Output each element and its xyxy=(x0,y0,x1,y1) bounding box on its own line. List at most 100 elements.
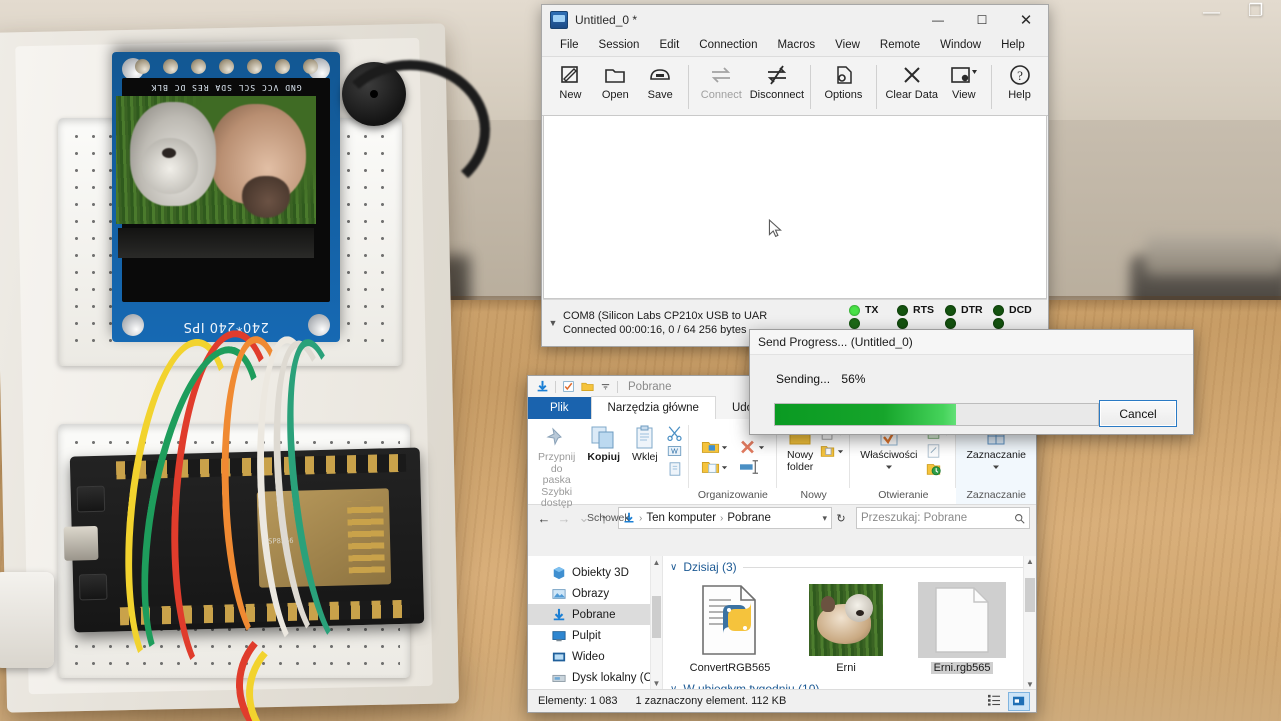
tft-pin xyxy=(135,59,150,74)
qat-separator xyxy=(555,381,556,393)
copy-path-icon[interactable]: W xyxy=(666,443,683,459)
progress-dialog-body: Sending... 56% Cancel xyxy=(750,355,1193,434)
scroll-down-arrow-icon[interactable]: ▼ xyxy=(1024,680,1036,689)
tft-pin xyxy=(247,59,262,74)
refresh-button[interactable]: ↻ xyxy=(832,512,850,525)
toolbar-help-button[interactable]: ? Help xyxy=(997,59,1042,115)
chevron-down-icon[interactable] xyxy=(992,463,1000,471)
sidebar-item-desktop[interactable]: Pulpit xyxy=(528,625,662,646)
sidebar-item-pictures[interactable]: Obrazy xyxy=(528,583,662,604)
scrollbar-thumb[interactable] xyxy=(1025,578,1035,612)
overlay-restore-icon[interactable]: ❐ xyxy=(1248,2,1263,19)
terminal-minimize-button[interactable]: — xyxy=(916,6,960,34)
sidebar-item-videos[interactable]: Wideo xyxy=(528,646,662,667)
ribbon-group-schowek: Przypnij do paska Szybki dostęp Kopiuj xyxy=(528,419,689,504)
menu-remote[interactable]: Remote xyxy=(870,36,930,54)
sidebar-item-downloads[interactable]: Pobrane xyxy=(528,604,662,625)
file-name: Erni xyxy=(836,662,856,674)
tft-pin xyxy=(303,59,318,74)
file-group-header-today[interactable]: ∨ Dzisiaj (3) xyxy=(662,556,1036,576)
rename-button[interactable] xyxy=(738,458,765,476)
terminal-output-area[interactable] xyxy=(543,115,1047,299)
new-folder-icon[interactable] xyxy=(581,380,594,393)
delete-button[interactable] xyxy=(738,438,765,456)
history-icon[interactable] xyxy=(925,461,942,477)
toolbar-disconnect-button[interactable]: Disconnect xyxy=(749,59,805,115)
sidebar-item-local-disk[interactable]: Dysk lokalny (C:) xyxy=(528,667,662,688)
breadcrumb-item-this-pc[interactable]: Ten komputer xyxy=(646,512,716,524)
menu-help[interactable]: Help xyxy=(991,36,1035,54)
tft-header-pins xyxy=(128,58,324,76)
move-to-button[interactable] xyxy=(701,438,728,456)
copy-button[interactable]: Kopiuj xyxy=(583,423,624,466)
scroll-up-arrow-icon[interactable]: ▲ xyxy=(1024,557,1036,566)
toolbar-options-button[interactable]: Options xyxy=(816,59,872,115)
menu-session[interactable]: Session xyxy=(589,36,650,54)
toolbar-save-button[interactable]: Save xyxy=(638,59,683,115)
view-window-icon xyxy=(949,63,979,87)
menu-macros[interactable]: Macros xyxy=(767,36,825,54)
send-progress-dialog[interactable]: Send Progress... (Untitled_0) Sending...… xyxy=(749,329,1194,435)
terminal-close-button[interactable]: ✕ xyxy=(1004,6,1048,34)
cut-scissors-icon[interactable] xyxy=(666,425,683,441)
python-file-icon xyxy=(693,584,767,656)
menu-connection[interactable]: Connection xyxy=(689,36,767,54)
copy-to-button[interactable] xyxy=(701,458,728,476)
menu-view[interactable]: View xyxy=(825,36,870,54)
navigation-scrollbar[interactable]: ▲ ▼ xyxy=(650,556,662,690)
chevron-down-icon[interactable] xyxy=(600,381,611,392)
cancel-button[interactable]: Cancel xyxy=(1099,400,1177,427)
toolbar-open-button[interactable]: Open xyxy=(593,59,638,115)
toolbar-connect-button[interactable]: Connect xyxy=(693,59,749,115)
toolbar-separator xyxy=(810,65,811,109)
list-item[interactable]: ConvertRGB565 xyxy=(680,582,780,674)
search-input[interactable]: Przeszukaj: Pobrane xyxy=(856,507,1030,529)
statusbar-expand-caret[interactable]: ▼ xyxy=(543,318,563,328)
delete-rename-column xyxy=(738,436,765,476)
chevron-down-icon[interactable] xyxy=(885,463,893,471)
scroll-down-arrow-icon[interactable]: ▼ xyxy=(651,679,662,688)
easy-access-button[interactable] xyxy=(819,443,844,459)
list-item[interactable]: Erni.rgb565 xyxy=(912,582,1012,674)
sidebar-item-3d-objects[interactable]: Obiekty 3D xyxy=(528,562,662,583)
toolbar-new-button[interactable]: New xyxy=(548,59,593,115)
terminal-titlebar[interactable]: Untitled_0 * — ☐ ✕ xyxy=(542,5,1048,34)
view-buttons[interactable] xyxy=(984,692,1036,711)
details-view-button[interactable] xyxy=(984,692,1004,709)
paste-shortcut-icon[interactable] xyxy=(666,461,683,477)
sidebar-label: Wideo xyxy=(572,651,605,663)
breadcrumb-item-downloads[interactable]: Pobrane xyxy=(727,512,770,524)
file-list-pane[interactable]: ∨ Dzisiaj (3) xyxy=(662,556,1036,690)
edit-icon[interactable] xyxy=(925,443,942,459)
menu-window[interactable]: Window xyxy=(930,36,991,54)
scrollbar-thumb[interactable] xyxy=(652,596,661,638)
flash-button xyxy=(79,574,108,601)
toolbar-view-button[interactable]: View xyxy=(941,59,986,115)
explorer-body: Obiekty 3D Obrazy Pobrane xyxy=(528,556,1036,690)
file-tiles[interactable]: ConvertRGB565 Erni xyxy=(662,576,1036,678)
list-item[interactable]: Erni xyxy=(796,582,896,674)
terminal-toolbar[interactable]: New Open Save Connect xyxy=(542,56,1048,116)
overlay-minimize-icon[interactable]: — xyxy=(1203,3,1220,20)
large-icons-view-button[interactable] xyxy=(1008,692,1030,711)
qat-separator-2 xyxy=(617,381,618,393)
scroll-up-arrow-icon[interactable]: ▲ xyxy=(651,558,662,567)
menu-file[interactable]: File xyxy=(550,36,589,54)
paste-button[interactable]: Wklej xyxy=(628,423,662,466)
properties-icon[interactable] xyxy=(562,380,575,393)
terminal-window-buttons[interactable]: — ☐ ✕ xyxy=(916,6,1048,34)
navigation-pane[interactable]: Obiekty 3D Obrazy Pobrane xyxy=(528,556,663,690)
pin-to-quick-access-button[interactable]: Przypnij do paska Szybki dostęp xyxy=(534,423,579,512)
breadcrumb-dropdown-icon[interactable]: ▾ xyxy=(822,513,827,524)
terminal-menubar[interactable]: File Session Edit Connection Macros View… xyxy=(542,34,1048,56)
tab-narzedzia-glowne[interactable]: Narzędzia główne xyxy=(591,396,716,419)
terminal-maximize-button[interactable]: ☐ xyxy=(960,6,1004,34)
toolbar-clear-data-button[interactable]: Clear Data xyxy=(882,59,941,115)
realterm-window[interactable]: Untitled_0 * — ☐ ✕ File Session Edit Con… xyxy=(541,4,1049,347)
group-chevron-icon[interactable]: ∨ xyxy=(670,562,677,573)
tab-plik[interactable]: Plik xyxy=(528,397,591,419)
menu-edit[interactable]: Edit xyxy=(649,36,689,54)
file-list-scrollbar[interactable]: ▲ ▼ xyxy=(1023,556,1036,690)
download-arrow-icon[interactable] xyxy=(536,380,549,393)
usb-cable-end xyxy=(0,572,54,668)
